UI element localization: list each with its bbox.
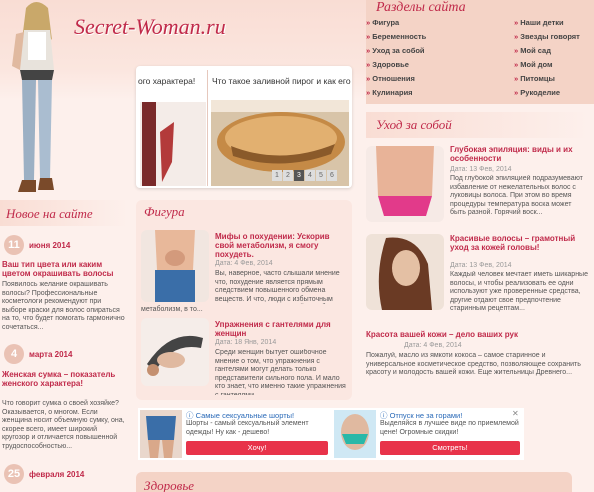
nav-item-figura[interactable]: Фигура — [366, 16, 426, 30]
date-badge: 11 июня 2014 — [4, 235, 70, 255]
nav-item-otnosheniya[interactable]: Отношения — [366, 72, 426, 86]
uhod-date: Дата: 4 Фев, 2014 — [404, 342, 462, 349]
zdorovie-section-header — [136, 472, 572, 492]
slider-page[interactable]: 4 — [305, 170, 315, 181]
uhod-link[interactable]: Красота вашей кожи – дело ваших рук — [366, 330, 590, 339]
uhod-link[interactable]: Глубокая эпиляция: виды и их особенности — [450, 145, 588, 163]
nav-item-zvezdy[interactable]: Звезды говорят — [514, 30, 580, 44]
ad-1-text: Шорты - самый сексуальный элемент одежды… — [186, 420, 309, 436]
figura-date: Дата: 4 Фев, 2014 — [215, 260, 273, 267]
ad-1-image[interactable] — [140, 410, 182, 458]
slider-page[interactable]: 1 — [272, 170, 282, 181]
ad-2-text: Выделяйся в лучшее виде по приемлемой це… — [380, 420, 519, 436]
date-month: марта 2014 — [29, 349, 73, 359]
date-day: 11 — [4, 235, 24, 255]
slider-caption-current[interactable]: Что такое заливной пирог и как его — [212, 76, 352, 86]
uhod-title: Уход за собой — [376, 117, 452, 132]
nav-item-beremennost[interactable]: Беременность — [366, 30, 426, 44]
slider-page-active[interactable]: 3 — [294, 170, 304, 181]
sections-title: Разделы сайта — [376, 0, 466, 15]
figura-link[interactable]: Упражнения с гантелями для женщин — [215, 320, 345, 338]
figura-link[interactable]: Мифы о похудении: Ускорив свой метаболиз… — [215, 232, 345, 259]
ad-2-button[interactable]: Смотреть! — [380, 441, 520, 455]
uhod-date: Дата: 13 Фев, 2014 — [450, 166, 512, 173]
figura-excerpt: Среди женщин бытует ошибочное мнение о т… — [215, 349, 346, 395]
nav-item-detki[interactable]: Наши детки — [514, 16, 580, 30]
date-day: 4 — [4, 344, 24, 364]
nav-item-dom[interactable]: Мой дом — [514, 58, 580, 72]
model-photo — [12, 2, 54, 192]
uhod-link[interactable]: Красивые волосы – грамотный уход за коже… — [450, 234, 588, 252]
uhod-thumb-2[interactable] — [366, 234, 444, 310]
slider-caption-prev[interactable]: ого характера! — [138, 76, 206, 86]
nav-item-kulinariya[interactable]: Кулинария — [366, 86, 426, 100]
date-badge: 25 февраля 2014 — [4, 464, 84, 484]
uhod-excerpt: Под глубокой эпиляцией подразумевают изб… — [450, 175, 583, 216]
new-on-site-title: Новое на сайте — [6, 206, 93, 221]
figura-date: Дата: 18 Янв, 2014 — [215, 339, 277, 346]
sections-list-1: Фигура Беременность Уход за собой Здоров… — [366, 16, 426, 100]
news-excerpt: Появилось желание окрашивать волосы? Про… — [2, 281, 125, 331]
nav-item-sad[interactable]: Мой сад — [514, 44, 580, 58]
info-icon: ⓘ — [186, 411, 196, 420]
figura-title: Фигура — [144, 204, 185, 219]
date-month: июня 2014 — [29, 240, 71, 250]
uhod-excerpt: Каждый человек мечтает иметь шикарные во… — [450, 271, 588, 312]
slider-page[interactable]: 5 — [316, 170, 326, 181]
figura-thumb-2[interactable] — [141, 318, 209, 386]
nav-item-pitomcy[interactable]: Питомцы — [514, 72, 580, 86]
nav-item-rukodelie[interactable]: Рукоделие — [514, 86, 580, 100]
uhod-excerpt: Пожалуй, масло из ямкоти кокоса – самое … — [366, 352, 581, 376]
date-month: февраля 2014 — [29, 469, 85, 479]
info-icon: ⓘ — [380, 411, 390, 420]
news-link[interactable]: Женская сумка – показатель женского хара… — [2, 370, 126, 388]
site-logo[interactable]: Secret-Woman.ru — [74, 14, 226, 40]
uhod-thumb-1[interactable] — [366, 146, 444, 222]
figura-excerpt: Вы, наверное, часто слышали мнение что, … — [215, 270, 340, 303]
nav-item-zdorovie[interactable]: Здоровье — [366, 58, 426, 72]
figura-thumb-1[interactable] — [141, 230, 209, 302]
date-badge: 4 марта 2014 — [4, 344, 72, 364]
sections-list-2: Наши детки Звезды говорят Мой сад Мой до… — [514, 16, 580, 100]
ad-1-button[interactable]: Хочу! — [186, 441, 328, 455]
news-excerpt: Что говорит сумка о своей хозяйке? Оказы… — [2, 400, 125, 450]
uhod-date: Дата: 13 Фев, 2014 — [450, 262, 512, 269]
slider-image-prev[interactable] — [140, 102, 206, 186]
close-icon[interactable]: ✕ — [512, 409, 519, 418]
news-link[interactable]: Ваш тип цвета или каким цветом окрашиват… — [2, 260, 126, 278]
slider-page[interactable]: 2 — [283, 170, 293, 181]
slider-page[interactable]: 6 — [327, 170, 337, 181]
date-day: 25 — [4, 464, 24, 484]
nav-item-uhod[interactable]: Уход за собой — [366, 44, 426, 58]
slider-pagination: 1 2 3 4 5 6 — [272, 170, 337, 181]
slider-divider — [207, 70, 208, 186]
figura-excerpt-tail: метаболизм, в то... — [141, 306, 203, 313]
zdorovie-title: Здоровье — [144, 478, 195, 492]
ad-2-image[interactable] — [334, 410, 376, 458]
